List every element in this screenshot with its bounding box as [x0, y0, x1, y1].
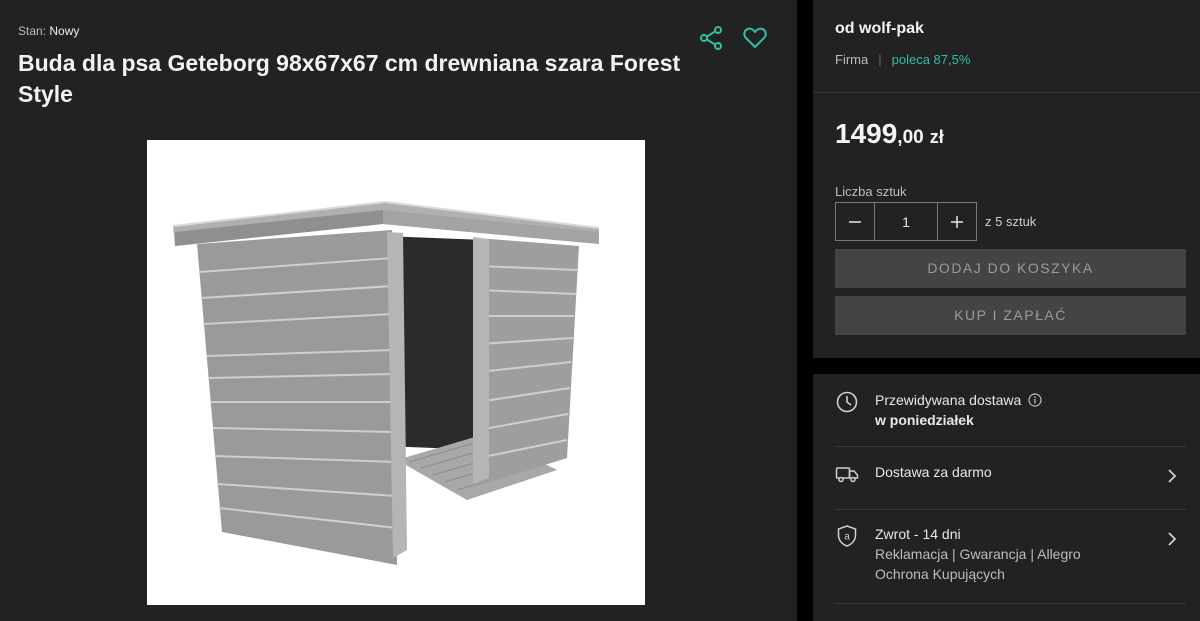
- divider: [835, 509, 1186, 510]
- delivery-estimate: Przewidywana dostawa w poniedziałek: [835, 390, 1186, 444]
- seller-type: Firma: [835, 52, 869, 67]
- shield-icon: a: [837, 525, 857, 547]
- condition-value: Nowy: [49, 24, 80, 38]
- quantity-increase-button[interactable]: [937, 202, 977, 241]
- truck-icon: [835, 467, 859, 483]
- condition: Stan: Nowy: [18, 24, 79, 38]
- seller-name[interactable]: od wolf-pak: [835, 20, 924, 38]
- add-to-cart-button[interactable]: DODAJ DO KOSZYKA: [835, 249, 1186, 288]
- price: 1499,00 zł: [835, 118, 944, 150]
- divider: [835, 603, 1186, 604]
- delivery-date: w poniedziałek: [875, 412, 974, 428]
- delivery-panel: Przewidywana dostawa w poniedziałek Dost…: [813, 374, 1200, 621]
- return-text: Zwrot - 14 dni Reklamacja | Gwarancja | …: [875, 524, 1081, 584]
- divider: [835, 446, 1186, 447]
- quantity-decrease-button[interactable]: [835, 202, 875, 241]
- return-policy-row[interactable]: a Zwrot - 14 dni Reklamacja | Gwarancja …: [835, 524, 1186, 604]
- chevron-right-icon: [1168, 469, 1177, 483]
- free-delivery-text: Dostawa za darmo: [875, 464, 992, 480]
- quantity-stepper: 1 z 5 sztuk: [835, 202, 1036, 241]
- delivery-estimate-text: Przewidywana dostawa w poniedziałek: [875, 390, 1042, 430]
- price-decimal: ,00: [897, 127, 924, 148]
- return-details-2: Ochrona Kupujących: [875, 566, 1005, 582]
- price-integer: 1499: [835, 118, 898, 149]
- seller-recommend[interactable]: poleca 87,5%: [892, 52, 971, 67]
- plus-icon: [951, 215, 963, 228]
- divider: [813, 92, 1200, 93]
- product-actions: [697, 24, 769, 52]
- return-details: Reklamacja | Gwarancja | Allegro: [875, 546, 1081, 562]
- purchase-panel: od wolf-pak Firma | poleca 87,5% 1499,00…: [813, 0, 1200, 358]
- buy-now-button[interactable]: KUP I ZAPŁAĆ: [835, 296, 1186, 335]
- minus-icon: [849, 220, 861, 223]
- product-image[interactable]: [147, 140, 645, 605]
- seller-meta: Firma | poleca 87,5%: [835, 52, 970, 67]
- return-title: Zwrot - 14 dni: [875, 526, 961, 542]
- dog-kennel-illustration: [172, 201, 600, 565]
- quantity-label: Liczba sztuk: [835, 184, 907, 199]
- svg-text:a: a: [844, 532, 850, 543]
- quantity-input[interactable]: 1: [875, 202, 937, 241]
- clock-icon: [836, 391, 858, 413]
- heart-icon[interactable]: [741, 24, 769, 52]
- product-panel: Stan: Nowy Buda dla psa Geteborg 98x67x6…: [0, 0, 797, 621]
- free-delivery-row[interactable]: Dostawa za darmo: [835, 462, 1186, 502]
- condition-label: Stan:: [18, 24, 47, 38]
- delivery-label: Przewidywana dostawa: [875, 392, 1022, 408]
- product-title: Buda dla psa Geteborg 98x67x67 cm drewni…: [18, 50, 681, 107]
- info-icon[interactable]: [1028, 393, 1042, 407]
- price-currency: zł: [929, 127, 944, 147]
- quantity-available: z 5 sztuk: [985, 214, 1037, 229]
- seller-separator: |: [878, 52, 882, 67]
- chevron-right-icon: [1168, 532, 1177, 546]
- share-icon[interactable]: [697, 24, 725, 52]
